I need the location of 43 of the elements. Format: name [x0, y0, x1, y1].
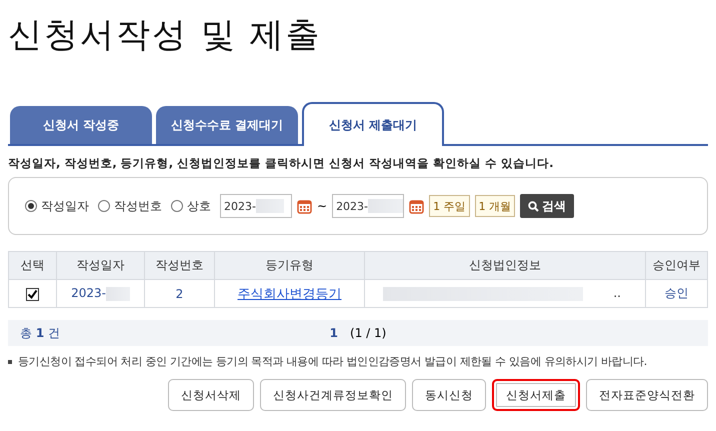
column-header: 신청법인정보: [364, 252, 646, 280]
tab[interactable]: 신청수수료 결제대기: [156, 106, 298, 144]
action-button[interactable]: 신청서제출: [492, 379, 580, 411]
corp-info-text[interactable]: ..: [613, 286, 621, 300]
page-number[interactable]: 1: [330, 326, 338, 340]
action-button[interactable]: 신청사건계류정보확인: [260, 379, 406, 411]
total-count: 총 1 건: [20, 324, 62, 342]
column-header: 등기유형: [214, 252, 364, 280]
bullet-icon: [8, 360, 12, 364]
radio-label: 작성번호: [114, 198, 162, 214]
date-field[interactable]: 2023-: [220, 194, 292, 218]
calendar-icon[interactable]: [409, 198, 424, 214]
radio-button[interactable]: [171, 200, 183, 212]
search-button[interactable]: 검색: [520, 194, 574, 218]
instruction-text: 작성일자, 작성번호, 등기유형, 신청법인정보를 클릭하시면 신청서 작성내역을 확인하실 수 있습니다.: [8, 156, 555, 171]
page-title: 신청서작성 및 제출: [8, 14, 323, 57]
redacted-block: [368, 199, 404, 213]
radio-label: 작성일자: [41, 198, 89, 214]
period-button[interactable]: 1 개월: [474, 195, 516, 217]
column-header: 선택: [8, 252, 56, 280]
page-info: (1 / 1): [350, 326, 386, 340]
column-header: 작성일자: [56, 252, 144, 280]
approval-status: 승인: [646, 280, 708, 308]
action-button[interactable]: 전자표준양식전환: [586, 379, 708, 411]
radio-button[interactable]: [98, 200, 110, 212]
action-button[interactable]: 신청서삭제: [168, 379, 254, 411]
redacted-block: [256, 199, 284, 213]
column-header: 승인여부: [646, 252, 708, 280]
date-field[interactable]: 2023-: [332, 194, 404, 218]
column-header: 작성번호: [144, 252, 214, 280]
table-cell: 2: [144, 280, 214, 308]
search-icon: [528, 200, 540, 212]
tab[interactable]: 신청서 제출대기: [302, 102, 444, 146]
checkbox[interactable]: [26, 288, 39, 301]
redacted-block: [106, 286, 130, 301]
calendar-icon[interactable]: [297, 198, 312, 214]
action-button[interactable]: 동시신청: [412, 379, 486, 411]
period-button[interactable]: 1 주일: [429, 195, 470, 217]
range-separator: ~: [317, 199, 328, 213]
radio-button[interactable]: [25, 200, 37, 212]
notice-text: 등기신청이 접수되어 처리 중인 기간에는 등기의 목적과 내용에 따라 법인인감증명서 발급이 제한될 수 있음에 유의하시기 바랍니다.: [18, 355, 647, 368]
tab[interactable]: 신청서 작성중: [10, 106, 152, 144]
radio-label: 상호: [187, 198, 211, 214]
